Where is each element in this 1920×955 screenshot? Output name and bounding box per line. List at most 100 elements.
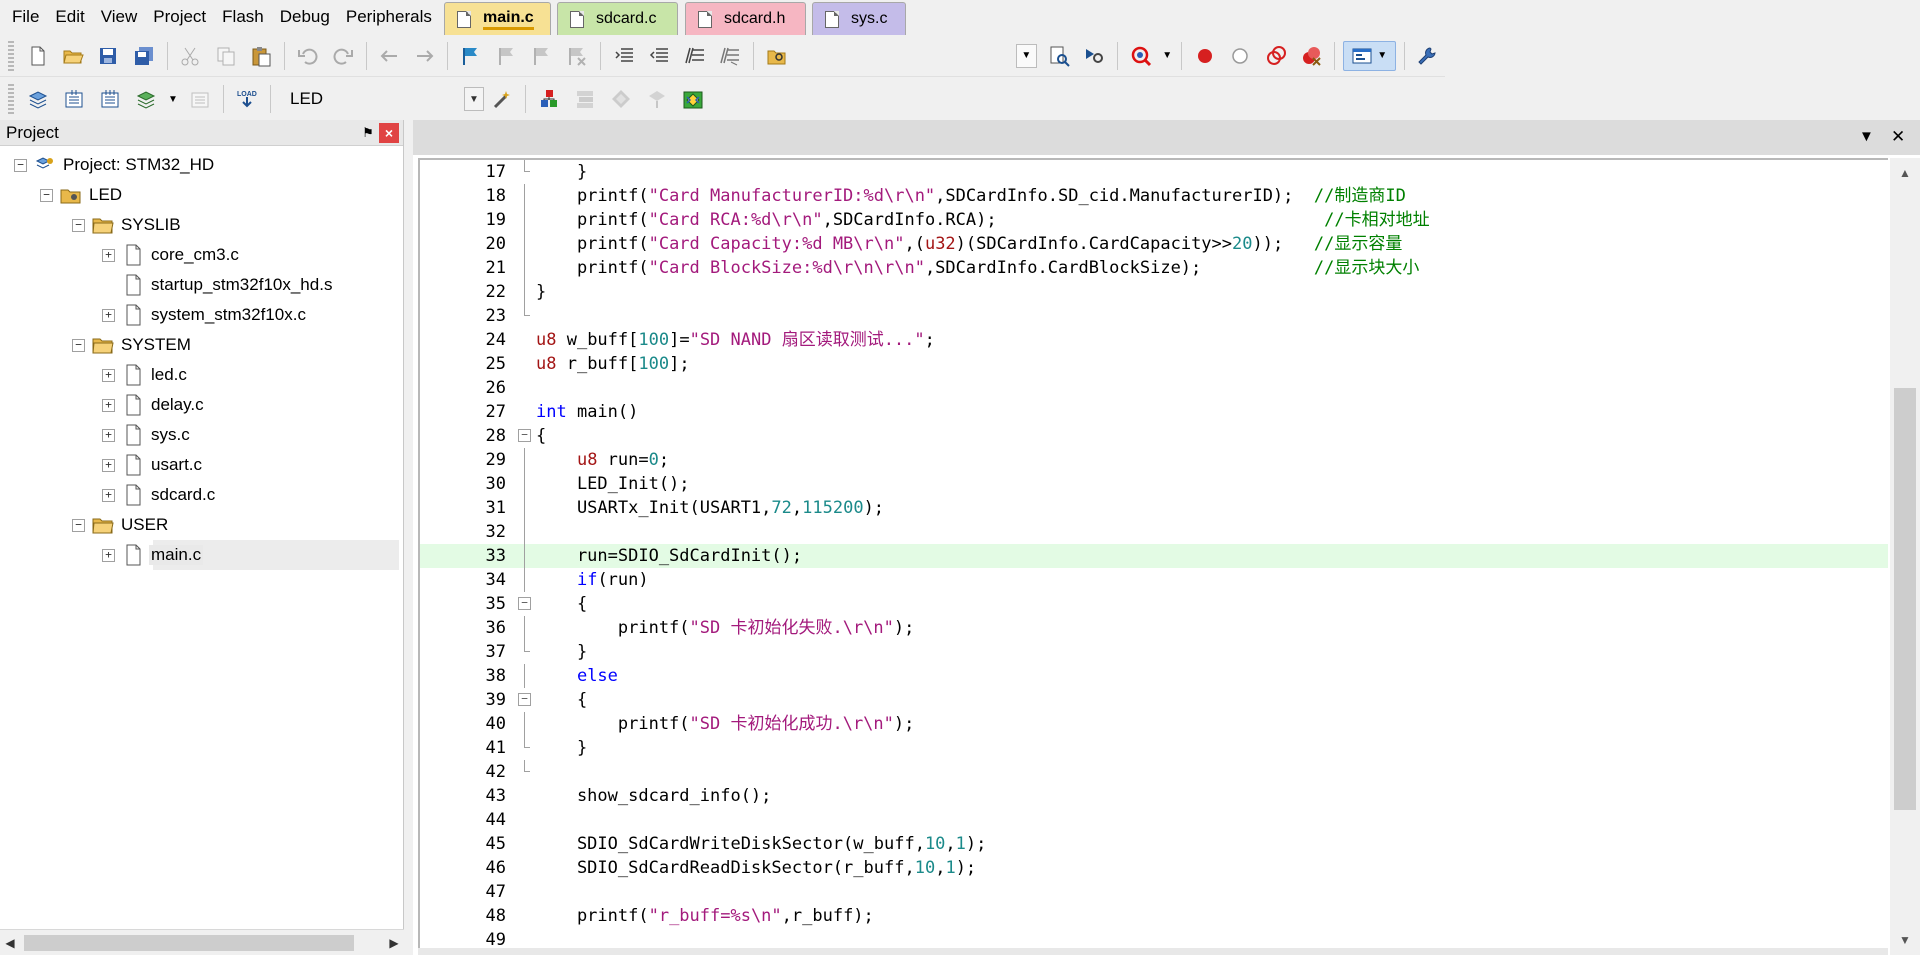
fold-collapse-icon[interactable]: − (518, 693, 531, 706)
manage-rte-icon[interactable] (606, 84, 636, 114)
expand-icon[interactable]: + (102, 548, 115, 562)
debug-session-icon[interactable] (1126, 41, 1155, 71)
build-icon[interactable] (59, 84, 89, 114)
code-line[interactable]: 17 } (420, 160, 1888, 184)
project-horizontal-scrollbar[interactable]: ◀ ▶ (0, 929, 404, 955)
open-file-icon[interactable] (58, 41, 87, 71)
find-icon[interactable] (1044, 41, 1073, 71)
collapse-icon[interactable]: − (72, 218, 85, 232)
code-line[interactable]: 36 printf("SD 卡初始化失败.\r\n"); (420, 616, 1888, 640)
editor-horizontal-scrollbar[interactable] (418, 948, 1888, 955)
target-select-dropdown-arrow[interactable]: ▼ (464, 87, 484, 111)
code-line[interactable]: 32 (420, 520, 1888, 544)
disable-all-breakpoints-icon[interactable] (1261, 41, 1290, 71)
code-editor[interactable]: 17 } 18 printf("Card ManufacturerID:%d\r\… (418, 158, 1888, 955)
prev-bookmark-icon[interactable] (492, 41, 521, 71)
code-line[interactable]: 44 (420, 808, 1888, 832)
save-icon[interactable] (94, 41, 123, 71)
code-line[interactable]: 24 u8 w_buff[100]="SD NAND 扇区读取测试..."; (420, 328, 1888, 352)
code-line[interactable]: 45 SDIO_SdCardWriteDiskSector(w_buff,10,… (420, 832, 1888, 856)
tree-item-led[interactable]: − LED (0, 180, 403, 210)
menu-edit[interactable]: Edit (47, 0, 92, 33)
code-line[interactable]: 21 printf("Card BlockSize:%d\r\n\r\n",SD… (420, 256, 1888, 280)
code-line[interactable]: 19 printf("Card RCA:%d\r\n",SDCardInfo.R… (420, 208, 1888, 232)
paste-icon[interactable] (246, 41, 275, 71)
cut-icon[interactable] (176, 41, 205, 71)
incremental-find-icon[interactable] (1080, 41, 1109, 71)
find-combo-dropdown[interactable]: ▼ (1015, 43, 1038, 68)
code-line[interactable]: 25 u8 r_buff[100]; (420, 352, 1888, 376)
undo-icon[interactable] (293, 41, 322, 71)
tree-item-sdcard-c[interactable]: + sdcard.c (0, 480, 403, 510)
fold-collapse-icon[interactable]: − (518, 429, 531, 442)
pack-installer-icon[interactable] (642, 84, 672, 114)
batch-build-icon[interactable] (131, 84, 161, 114)
rebuild-icon[interactable] (95, 84, 125, 114)
tree-item-main-c[interactable]: + main.c (0, 540, 403, 570)
batch-build-dropdown[interactable]: ▼ (164, 87, 182, 111)
menu-view[interactable]: View (93, 0, 146, 33)
tab-list-dropdown-icon[interactable]: ▼ (1859, 128, 1874, 145)
tree-item-led-c[interactable]: + led.c (0, 360, 403, 390)
fold-collapse-icon[interactable]: − (518, 597, 531, 610)
tree-item-system[interactable]: − SYSTEM (0, 330, 403, 360)
expand-icon[interactable]: + (102, 308, 115, 322)
code-line[interactable]: 38 else (420, 664, 1888, 688)
code-line[interactable]: 29 u8 run=0; (420, 448, 1888, 472)
scroll-right-icon[interactable]: ▶ (384, 936, 404, 950)
toolbar-grip[interactable] (8, 40, 14, 71)
manage-project-items-icon[interactable] (534, 84, 564, 114)
comment-icon[interactable] (680, 41, 709, 71)
code-line[interactable]: 43 show_sdcard_info(); (420, 784, 1888, 808)
tree-item-user[interactable]: − USER (0, 510, 403, 540)
tab-main-c[interactable]: main.c (444, 2, 551, 35)
tab-sdcard-c[interactable]: sdcard.c (557, 2, 678, 35)
expand-icon[interactable]: + (102, 368, 115, 382)
find-in-files-icon[interactable] (762, 41, 791, 71)
debug-dropdown-arrow[interactable]: ▼ (1158, 44, 1176, 68)
redo-icon[interactable] (328, 41, 357, 71)
code-line[interactable]: 28−{ (420, 424, 1888, 448)
tree-item-project-stm32-hd[interactable]: − Project: STM32_HD (0, 150, 403, 180)
close-editor-icon[interactable]: ✕ (1891, 127, 1905, 147)
nav-forward-icon[interactable] (410, 41, 439, 71)
tree-item-delay-c[interactable]: + delay.c (0, 390, 403, 420)
tree-item-system-stm32f10x-c[interactable]: + system_stm32f10x.c (0, 300, 403, 330)
tree-item-syslib[interactable]: − SYSLIB (0, 210, 403, 240)
target-options-icon[interactable] (487, 84, 517, 114)
code-line[interactable]: 41 } (420, 736, 1888, 760)
code-line[interactable]: 27 int main() (420, 400, 1888, 424)
code-line[interactable]: 26 (420, 376, 1888, 400)
indent-icon[interactable] (609, 41, 638, 71)
code-line[interactable]: 23 (420, 304, 1888, 328)
new-file-icon[interactable] (23, 41, 52, 71)
code-line[interactable]: 39− { (420, 688, 1888, 712)
code-line[interactable]: 40 printf("SD 卡初始化成功.\r\n"); (420, 712, 1888, 736)
tree-item-startup-stm32f10x-hd-s[interactable]: startup_stm32f10x_hd.s (0, 270, 403, 300)
breakpoint-icon[interactable] (1190, 41, 1219, 71)
menu-project[interactable]: Project (145, 0, 214, 33)
code-line[interactable]: 31 USARTx_Init(USART1,72,115200); (420, 496, 1888, 520)
tab-sys-c[interactable]: sys.c (812, 2, 906, 35)
download-load-icon[interactable]: LOAD (232, 84, 262, 114)
editor-vertical-scrollbar[interactable]: ▲ ▼ (1890, 158, 1920, 955)
window-layout-icon[interactable]: ▼ (1342, 40, 1396, 71)
collapse-icon[interactable]: − (72, 338, 85, 352)
translate-icon[interactable] (23, 84, 53, 114)
disable-breakpoint-icon[interactable] (1225, 41, 1254, 71)
nav-back-icon[interactable] (375, 41, 404, 71)
select-packs-icon[interactable] (570, 84, 600, 114)
collapse-icon[interactable]: − (40, 188, 53, 202)
code-line[interactable]: 35− { (420, 592, 1888, 616)
expand-icon[interactable]: + (102, 458, 115, 472)
code-line[interactable]: 48 printf("r_buff=%s\n",r_buff); (420, 904, 1888, 928)
scroll-thumb[interactable] (1894, 388, 1916, 810)
target-select[interactable]: LED ▼ (282, 85, 484, 113)
scroll-track[interactable] (20, 933, 384, 953)
configuration-wrench-icon[interactable] (1413, 41, 1442, 71)
expand-icon[interactable]: + (102, 488, 115, 502)
code-line[interactable]: 46 SDIO_SdCardReadDiskSector(r_buff,10,1… (420, 856, 1888, 880)
menu-debug[interactable]: Debug (272, 0, 338, 33)
stop-build-icon[interactable] (185, 84, 215, 114)
expand-icon[interactable]: + (102, 248, 115, 262)
